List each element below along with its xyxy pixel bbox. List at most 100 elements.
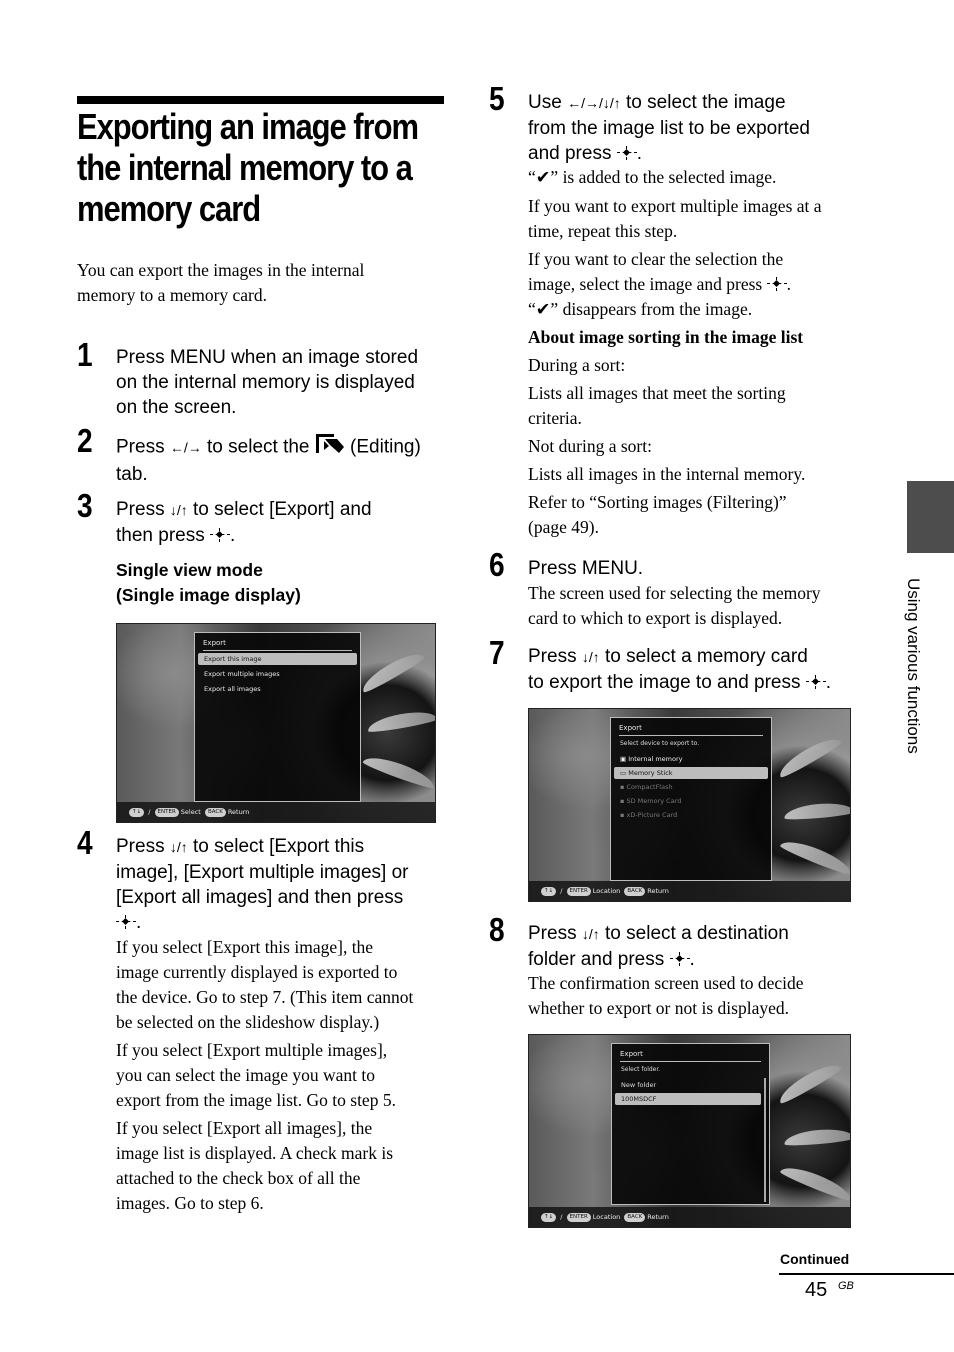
step-text: and press: [528, 143, 612, 164]
step-3-text: Press ↓/↑ to select [Export] and then pr…: [116, 499, 372, 546]
back-label: Return: [647, 887, 669, 895]
intro-text: You can export the images in the interna…: [77, 258, 407, 308]
step-text: Use: [528, 92, 562, 113]
enter-button-icon: [616, 146, 637, 160]
title-rule: [77, 96, 444, 104]
scrollbar[interactable]: [764, 1078, 766, 1202]
enter-badge: ENTER: [566, 1213, 591, 1222]
step-number: 1: [77, 336, 93, 373]
section-label: Using various functions: [904, 578, 923, 754]
body-line: attached to the check box of all the: [116, 1168, 361, 1188]
step-6-text: Press MENU.: [528, 558, 644, 579]
step-8-text: Press ↓/↑ to select a destination folder…: [528, 923, 789, 970]
body-line: The screen used for selecting the memory: [528, 583, 821, 603]
step-text: to select a memory card: [605, 646, 808, 667]
device-item-internal-memory[interactable]: ▣ Internal memory: [614, 753, 768, 765]
editing-tab-icon: [315, 433, 345, 462]
page-language-suffix: GB: [838, 1280, 854, 1292]
body-line: If you select [Export multiple images],: [116, 1040, 388, 1060]
device-item-xd-picture-card[interactable]: ▪ xD-Picture Card: [614, 809, 768, 821]
body-text: image, select the image and press: [528, 274, 763, 294]
step-text: Press: [116, 436, 165, 458]
back-label: Return: [647, 1213, 669, 1221]
step-text: to select [Export this: [193, 836, 365, 857]
body-line: “✔” is added to the selected image.: [528, 167, 777, 187]
device-label: SD Memory Card: [626, 797, 682, 805]
step-number: 2: [77, 422, 93, 459]
step-line: on the internal memory is displayed: [116, 372, 415, 393]
down-up-arrow-icon: ↓/↑: [169, 502, 188, 518]
step-text: Press: [528, 923, 577, 944]
left-right-arrow-icon: ←/→: [169, 439, 202, 456]
step-text: to select the: [207, 436, 310, 458]
folder-item-100msdcf[interactable]: 100MSDCF: [615, 1093, 761, 1105]
select-folder-panel: Export Select folder. New folder 100MSDC…: [611, 1043, 770, 1205]
enter-badge: ENTER: [154, 808, 179, 817]
body-line: (page 49).: [528, 517, 599, 537]
step-text: folder and press: [528, 949, 665, 970]
folder-item-new-folder[interactable]: New folder: [615, 1079, 766, 1091]
enter-label: Location: [592, 1213, 621, 1221]
nav-arrows-icon: ↑↓: [541, 887, 557, 896]
page-title: Exporting an image from the internal mem…: [77, 106, 419, 229]
menu-item-export-multiple-images[interactable]: Export multiple images: [198, 668, 357, 680]
device-item-memory-stick[interactable]: ▭ Memory Stick: [614, 767, 768, 779]
intro-line: You can export the images in the interna…: [77, 260, 365, 280]
body-line: “✔” disappears from the image.: [528, 299, 753, 319]
step-line: Press MENU when an image stored: [116, 347, 419, 368]
screenshot-export-menu: Export Export this image Export multiple…: [116, 623, 436, 823]
down-up-arrow-icon: ↓/↑: [581, 926, 600, 942]
four-way-arrow-icon: ←/→/↓/↑: [567, 95, 621, 111]
body-line: you can select the image you want to: [116, 1065, 376, 1085]
menu-item-export-this-image[interactable]: Export this image: [198, 653, 357, 665]
step-text: Press: [116, 499, 165, 520]
status-bar: ↑↓ / ENTER Location BACK Return: [529, 1207, 850, 1227]
panel-title: Export: [619, 724, 642, 732]
export-menu-panel: Export Export this image Export multiple…: [194, 632, 361, 802]
device-label: Memory Stick: [628, 769, 673, 777]
body-line: Lists all images that meet the sorting: [528, 383, 786, 403]
device-label: Internal memory: [628, 755, 683, 763]
step-line: tab.: [116, 464, 148, 485]
step-5-text: Use ←/→/↓/↑ to select the image from the…: [528, 90, 868, 166]
step-8-body: The confirmation screen used to decide w…: [528, 971, 804, 1021]
step-text: to export the image to and press: [528, 672, 801, 693]
menu-item-export-all-images[interactable]: Export all images: [198, 683, 357, 695]
down-up-arrow-icon: ↓/↑: [169, 839, 188, 855]
panel-title: Export: [203, 639, 226, 647]
screenshot-select-folder: Export Select folder. New folder 100MSDC…: [528, 1034, 851, 1228]
step-line: from the image list to be exported: [528, 118, 810, 139]
body-line: time, repeat this step.: [528, 221, 678, 241]
nav-arrows-icon: ↑↓: [541, 1213, 557, 1222]
back-badge: BACK: [624, 887, 646, 896]
step-line: [Export all images] and then press: [116, 887, 404, 908]
device-label: CompactFlash: [626, 783, 673, 791]
body-line: image list is displayed. A check mark is: [116, 1143, 394, 1163]
enter-label: Select: [180, 808, 201, 816]
step-number: 5: [489, 80, 505, 117]
body-line: export from the image list. Go to step 5…: [116, 1090, 396, 1110]
device-item-sd-memory-card[interactable]: ▪ SD Memory Card: [614, 795, 768, 807]
enter-button-icon: [210, 528, 231, 542]
body-line: image currently displayed is exported to: [116, 962, 398, 982]
step-7-text: Press ↓/↑ to select a memory card to exp…: [528, 646, 832, 693]
step-2-text: Press ←/→ to select the (Editing) tab.: [116, 433, 456, 487]
enter-label: Location: [592, 887, 621, 895]
enter-badge: ENTER: [566, 887, 591, 896]
panel-prompt: Select device to export to.: [620, 740, 700, 747]
select-device-panel: Export Select device to export to. ▣ Int…: [610, 717, 772, 881]
body-line: the device. Go to step 7. (This item can…: [116, 987, 414, 1007]
body-line: If you select [Export all images], the: [116, 1118, 373, 1138]
enter-button-icon: [116, 915, 136, 929]
screenshot-select-device: Export Select device to export to. ▣ Int…: [528, 708, 851, 902]
back-badge: BACK: [624, 1213, 646, 1222]
step-text: to select a destination: [605, 923, 789, 944]
body-line: Not during a sort:: [528, 436, 652, 456]
device-item-compactflash[interactable]: ▪ CompactFlash: [614, 781, 768, 793]
body-line: Lists all images in the internal memory.: [528, 464, 806, 484]
body-line: If you select [Export this image], the: [116, 937, 374, 957]
step-4-body: If you select [Export this image], the i…: [116, 935, 456, 1216]
body-line: images. Go to step 6.: [116, 1193, 264, 1213]
step-text: to select the image: [626, 92, 786, 113]
about-sorting-heading: About image sorting in the image list: [528, 327, 804, 347]
